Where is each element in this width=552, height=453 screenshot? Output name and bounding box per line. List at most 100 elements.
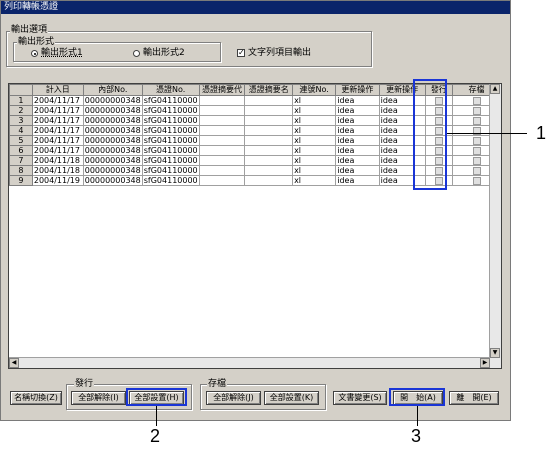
save-checkbox[interactable] [472,106,481,115]
row-number-cell: 9 [9,175,33,186]
internal-no-cell: 00000000348 [82,115,143,126]
seq-no-cell: xl [292,135,337,146]
header-summary-code[interactable]: 憑證摘要代 [198,84,246,96]
voucher-no-cell: sfG04110000 [141,155,200,166]
summary-code-cell [198,105,246,116]
scroll-left-arrow-icon[interactable]: ◀ [9,358,19,368]
header-update-op-1[interactable]: 更新操作 [335,84,380,96]
scroll-right-arrow-icon[interactable]: ▶ [480,358,490,368]
seq-no-cell: xl [292,165,337,176]
summary-code-cell [198,165,246,176]
summary-name-cell [244,95,294,106]
row-number-cell: 5 [9,135,33,146]
internal-no-cell: 00000000348 [82,175,143,186]
save-checkbox[interactable] [472,136,481,145]
update-op-1-cell: idea [335,165,380,176]
summary-code-cell [198,115,246,126]
format2-label[interactable]: 輸出形式2 [143,48,185,58]
save-clear-all-button[interactable]: 全部解除(J) [206,391,261,405]
callout-3-number: 3 [411,426,422,446]
date-cell: 2004/11/18 [31,155,84,166]
format1-radio[interactable] [31,50,38,57]
date-cell: 2004/11/17 [31,115,84,126]
seq-no-cell: xl [292,125,337,136]
row-number-cell: 8 [9,165,33,176]
row-number-cell: 1 [9,95,33,106]
save-checkbox[interactable] [472,176,481,185]
save-checkbox[interactable] [472,96,481,105]
issue-clear-all-button[interactable]: 全部解除(I) [71,391,126,405]
voucher-no-cell: sfG04110000 [141,105,200,116]
header-internal-no[interactable]: 內部No. [82,84,143,96]
close-button[interactable]: 離 開(E) [449,391,499,405]
internal-no-cell: 00000000348 [82,165,143,176]
voucher-no-cell: sfG04110000 [141,115,200,126]
format2-radio[interactable] [133,50,140,57]
internal-no-cell: 00000000348 [82,155,143,166]
document-change-button[interactable]: 文書變更(S) [333,391,387,405]
callout-1-number: 1 [536,123,547,143]
format1-label[interactable]: 輸出形式1 [41,48,83,58]
save-checkbox[interactable] [472,166,481,175]
callout-2-line [156,406,157,426]
seq-no-cell: xl [292,105,337,116]
header-date[interactable]: 計入日 [31,84,84,96]
date-cell: 2004/11/19 [31,175,84,186]
text-output-label[interactable]: 文字列項目輸出 [248,48,311,58]
update-op-1-cell: idea [335,125,380,136]
scroll-down-arrow-icon[interactable]: ▼ [490,348,500,358]
date-cell: 2004/11/17 [31,105,84,116]
summary-name-cell [244,105,294,116]
internal-no-cell: 00000000348 [82,125,143,136]
internal-no-cell: 00000000348 [82,95,143,106]
grid-horizontal-scrollbar[interactable]: ◀ ▶ [9,357,490,368]
seq-no-cell: xl [292,155,337,166]
header-seq-no[interactable]: 連號No. [292,84,337,96]
summary-code-cell [198,95,246,106]
row-number-cell: 2 [9,105,33,116]
window-title: 列印轉帳憑證 [1,1,510,14]
grid-vertical-scrollbar[interactable]: ▲ ▼ [489,84,501,368]
header-row-number [9,84,33,96]
row-number-cell: 6 [9,145,33,156]
save-checkbox[interactable] [472,156,481,165]
output-options-label: 輸出選項 [10,25,49,35]
scroll-up-arrow-icon[interactable]: ▲ [490,84,500,94]
voucher-no-cell: sfG04110000 [141,125,200,136]
date-cell: 2004/11/17 [31,95,84,106]
voucher-no-cell: sfG04110000 [141,95,200,106]
summary-name-cell [244,165,294,176]
update-op-1-cell: idea [335,145,380,156]
name-switch-button[interactable]: 名稱切換(Z) [10,391,62,405]
date-cell: 2004/11/18 [31,165,84,176]
update-op-1-cell: idea [335,105,380,116]
row-number-cell: 3 [9,115,33,126]
save-checkbox[interactable] [472,116,481,125]
issue-group-label: 發行 [74,379,95,389]
callout-2-number: 2 [150,426,161,446]
callout-3-line [417,406,418,426]
date-cell: 2004/11/17 [31,135,84,146]
seq-no-cell: xl [292,115,337,126]
summary-code-cell [198,155,246,166]
summary-name-cell [244,145,294,156]
highlight-issue-set-all [126,388,187,406]
summary-name-cell [244,155,294,166]
internal-no-cell: 00000000348 [82,145,143,156]
summary-code-cell [198,175,246,186]
summary-name-cell [244,135,294,146]
update-op-1-cell: idea [335,155,380,166]
seq-no-cell: xl [292,145,337,156]
format-group-label: 輸出形式 [17,37,56,47]
header-summary-name[interactable]: 憑證摘要名 [244,84,294,96]
header-voucher-no[interactable]: 憑證No. [141,84,200,96]
internal-no-cell: 00000000348 [82,105,143,116]
row-number-cell: 7 [9,155,33,166]
update-op-1-cell: idea [335,115,380,126]
save-set-all-button[interactable]: 全部設置(K) [264,391,319,405]
text-output-checkbox[interactable]: ✓ [237,49,245,57]
internal-no-cell: 00000000348 [82,135,143,146]
voucher-no-cell: sfG04110000 [141,145,200,156]
save-checkbox[interactable] [472,146,481,155]
summary-code-cell [198,135,246,146]
